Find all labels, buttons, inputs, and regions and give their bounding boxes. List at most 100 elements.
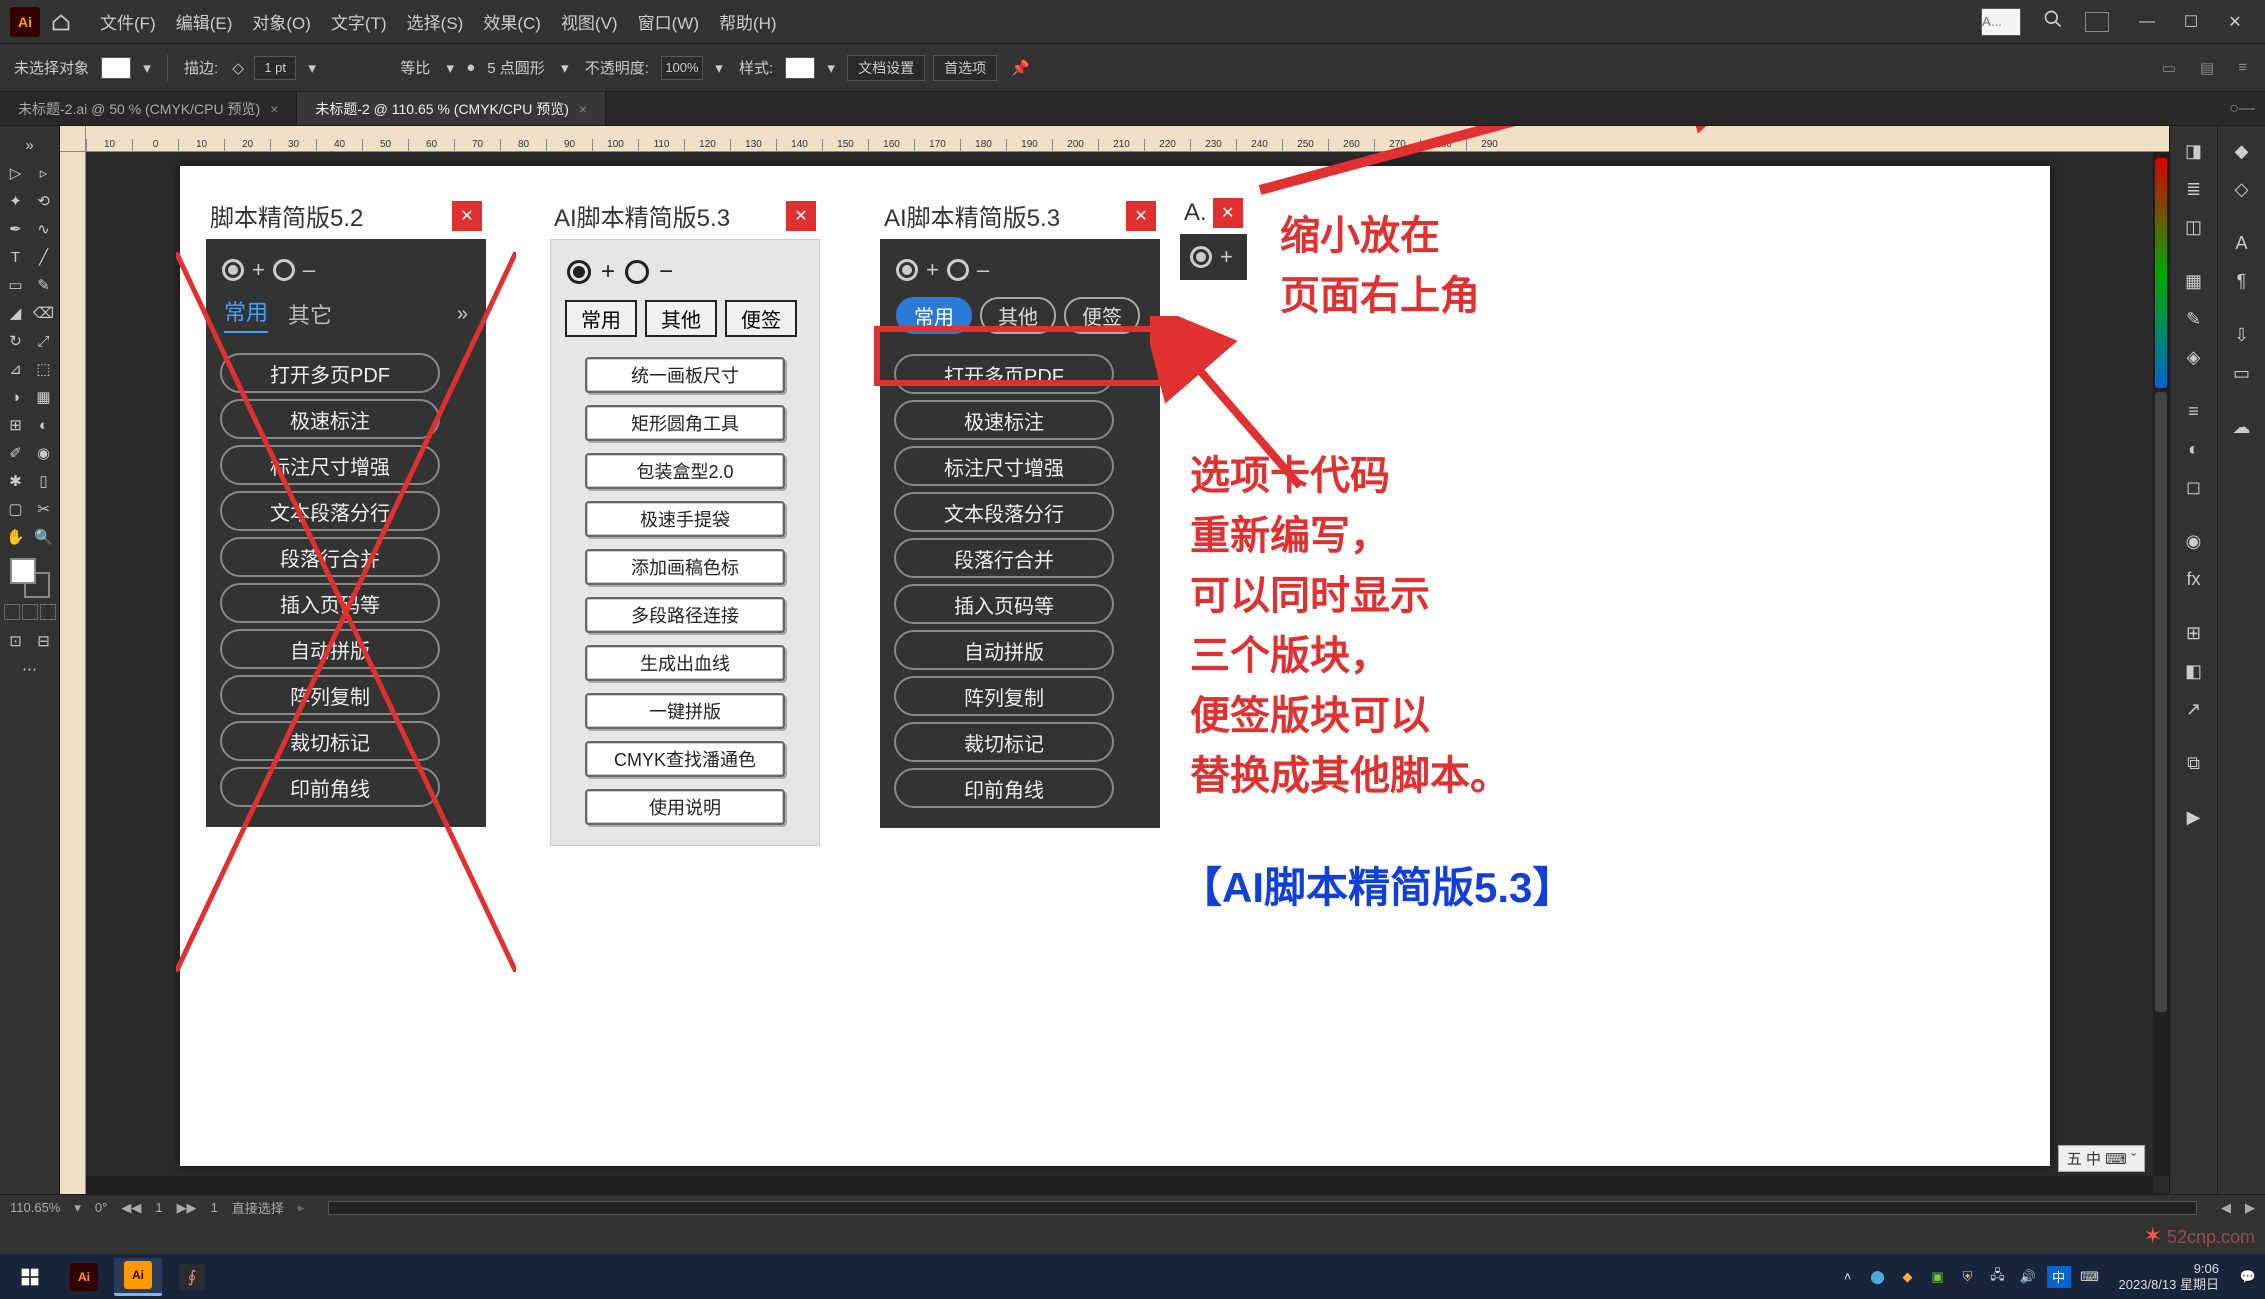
brush-dropdown[interactable]: ▾ [557, 59, 573, 77]
artboard-nav[interactable]: 1 [155, 1200, 162, 1215]
color-mode-solid[interactable] [4, 604, 20, 620]
stroke-icon[interactable]: ≡ [2179, 396, 2209, 426]
gradient-icon[interactable]: ◐ [2179, 434, 2209, 464]
shaper-tool[interactable]: ◢ [3, 300, 29, 326]
fg-color-swatch[interactable] [10, 558, 36, 584]
script-button[interactable]: 添加画稿色标 [585, 549, 785, 585]
eyedropper-tool[interactable]: ✐ [3, 440, 29, 466]
h-scrollbar[interactable] [86, 1176, 2153, 1194]
stroke-dropdown[interactable]: ▾ [304, 59, 320, 77]
type-tool[interactable]: T [3, 244, 29, 270]
color-spectrum-scroll[interactable] [2155, 158, 2167, 388]
ime-toolbar[interactable]: 五 中 ⌨ ˇ [2058, 1145, 2145, 1172]
paintbrush-tool[interactable]: ✎ [31, 272, 57, 298]
script-button[interactable]: 裁切标记 [220, 721, 440, 761]
edit-mode-icon[interactable]: ⊟ [31, 628, 57, 654]
doc-tab-2[interactable]: 未标题-2 @ 110.65 % (CMYK/CPU 预览) × [297, 92, 606, 125]
transparency-icon[interactable]: ◻ [2179, 472, 2209, 502]
tab-common[interactable]: 常用 [896, 297, 972, 334]
expand-tools-icon[interactable]: » [17, 132, 43, 158]
prefs-button[interactable]: 首选项 [933, 55, 997, 81]
color-icon[interactable]: ◆ [2227, 136, 2257, 166]
links-icon[interactable]: ⧉ [2179, 748, 2209, 778]
lasso-tool[interactable]: ⟲ [31, 188, 57, 214]
tray-ime-icon[interactable]: 中 [2047, 1266, 2071, 1288]
script-button[interactable]: 标注尺寸增强 [220, 445, 440, 485]
script-button[interactable]: 矩形圆角工具 [585, 405, 785, 441]
graphic-styles-icon[interactable]: fx [2179, 564, 2209, 594]
tray-keyboard-icon[interactable]: ⌨ [2079, 1266, 2101, 1288]
blend-tool[interactable]: ◉ [31, 440, 57, 466]
taskbar-app-other[interactable]: ∮ [168, 1258, 216, 1296]
tray-shield-icon[interactable]: ⛨ [1957, 1266, 1979, 1288]
scale-tool[interactable]: ⤢ [31, 328, 57, 354]
cloud-icon[interactable]: ○— [2229, 100, 2255, 118]
notifications-icon[interactable]: 💬 [2237, 1266, 2259, 1288]
tray-up-icon[interactable]: ˄ [1837, 1266, 1859, 1288]
style-dropdown[interactable]: ▾ [823, 59, 839, 77]
zoom-tool[interactable]: 🔍 [31, 524, 57, 550]
radio-off-icon[interactable] [273, 259, 295, 281]
character-icon[interactable]: A [2227, 228, 2257, 258]
radio-on-icon[interactable] [896, 259, 918, 281]
tray-icon-1[interactable]: ⬤ [1867, 1266, 1889, 1288]
color-guide-icon[interactable]: ◇ [2227, 174, 2257, 204]
doc-setup-button[interactable]: 文档设置 [847, 55, 925, 81]
script-button[interactable]: 印前角线 [220, 767, 440, 807]
script-button[interactable]: 段落行合并 [220, 537, 440, 577]
artboard-nav-next[interactable]: ▶▶ [177, 1200, 197, 1216]
tab-other[interactable]: 其他 [980, 297, 1056, 334]
slice-tool[interactable]: ✂ [31, 496, 57, 522]
align-icon[interactable]: ⊞ [2179, 618, 2209, 648]
script-button[interactable]: CMYK查找潘通色 [585, 741, 785, 777]
free-transform-tool[interactable]: ⬚ [31, 356, 57, 382]
scroll-thumb[interactable] [2155, 392, 2167, 1012]
hand-tool[interactable]: ✋ [3, 524, 29, 550]
shape-builder-tool[interactable]: ◑ [3, 384, 29, 410]
menu-help[interactable]: 帮助(H) [709, 9, 787, 34]
rectangle-tool[interactable]: ▭ [3, 272, 29, 298]
workspace-input[interactable] [1981, 8, 2021, 36]
menu-select[interactable]: 选择(S) [397, 9, 474, 34]
clock[interactable]: 9:06 2023/8/13 星期日 [2109, 1261, 2229, 1292]
tab-notes[interactable]: 便签 [1064, 297, 1140, 334]
close-icon[interactable]: ✕ [1213, 198, 1243, 228]
gradient-tool[interactable]: ◐ [31, 412, 57, 438]
mesh-tool[interactable]: ⊞ [3, 412, 29, 438]
brushes-icon[interactable]: ✎ [2179, 304, 2209, 334]
tab-close-icon[interactable]: × [270, 101, 278, 117]
style-swatch[interactable] [785, 57, 815, 79]
taskbar-app-ai-1[interactable]: Ai [60, 1258, 108, 1296]
pin-icon[interactable]: 📌 [1011, 59, 1030, 77]
transform-icon[interactable]: ↗ [2179, 694, 2209, 724]
swatches-icon[interactable]: ▦ [2179, 266, 2209, 296]
panel-menu-icon-2[interactable]: ▤ [2192, 59, 2222, 77]
script-button[interactable]: 使用说明 [585, 789, 785, 825]
menu-type[interactable]: 文字(T) [321, 9, 397, 34]
script-button[interactable]: 标注尺寸增强 [894, 446, 1114, 486]
close-icon[interactable]: ✕ [452, 201, 482, 231]
close-icon[interactable]: ✕ [1126, 201, 1156, 231]
menu-window[interactable]: 窗口(W) [628, 9, 709, 34]
doc-tab-1[interactable]: 未标题-2.ai @ 50 % (CMYK/CPU 预览) × [0, 92, 297, 125]
window-close[interactable]: ✕ [2215, 7, 2255, 37]
script-button[interactable]: 印前角线 [894, 768, 1114, 808]
menu-edit[interactable]: 编辑(E) [166, 9, 243, 34]
paragraph-icon[interactable]: ¶ [2227, 266, 2257, 296]
artboard-range[interactable]: 1 [211, 1200, 218, 1215]
script-button[interactable]: 自动拼版 [894, 630, 1114, 670]
opacity-input[interactable] [661, 56, 703, 80]
chevron-right-icon[interactable]: » [457, 303, 468, 326]
h-scroll-track[interactable] [328, 1201, 2197, 1215]
script-button[interactable]: 统一画板尺寸 [585, 357, 785, 393]
cloud-icon[interactable]: ☁ [2227, 412, 2257, 442]
zoom-level[interactable]: 110.65% [10, 1200, 60, 1215]
eraser-tool[interactable]: ⌫ [31, 300, 57, 326]
layers-icon[interactable]: ≣ [2179, 174, 2209, 204]
pathfinder-icon[interactable]: ◧ [2179, 656, 2209, 686]
script-button[interactable]: 文本段落分行 [894, 492, 1114, 532]
perspective-tool[interactable]: ▦ [31, 384, 57, 410]
radio-on-icon[interactable] [567, 260, 591, 284]
window-maximize[interactable]: ☐ [2171, 7, 2211, 37]
script-button[interactable]: 打开多页PDF [894, 354, 1114, 394]
